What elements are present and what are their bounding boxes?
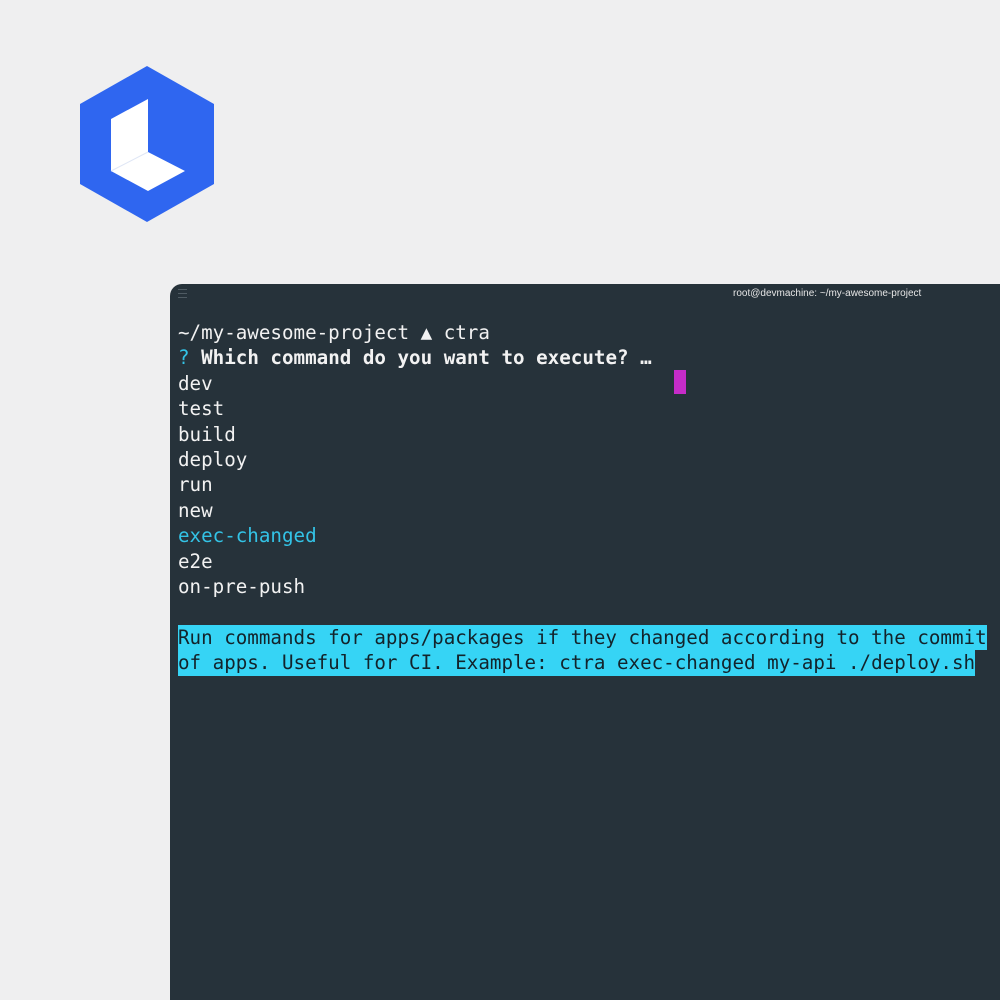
description-line: of apps. Useful for CI. Example: ctra ex… bbox=[178, 650, 976, 676]
terminal-titlebar: root@devmachine: ~/my-awesome-project bbox=[170, 284, 1000, 306]
command-option-test[interactable]: test bbox=[178, 396, 1000, 421]
command-option-exec-changed[interactable]: exec-changed bbox=[178, 523, 1000, 548]
command-option-e2e[interactable]: e2e bbox=[178, 549, 1000, 574]
command-option-on-pre-push[interactable]: on-pre-push bbox=[178, 574, 1000, 599]
question-text: Which command do you want to execute? … bbox=[201, 346, 652, 370]
command-description: Run commands for apps/packages if they c… bbox=[178, 624, 1000, 676]
terminal-screen: ~/my-awesome-project ▲ ctra ? Which comm… bbox=[178, 320, 1000, 676]
command-option-build[interactable]: build bbox=[178, 422, 1000, 447]
question-line: ? Which command do you want to execute? … bbox=[178, 345, 1000, 370]
question-mark: ? bbox=[178, 346, 190, 370]
prompt-line: ~/my-awesome-project ▲ ctra bbox=[178, 321, 490, 344]
brand-logo bbox=[78, 64, 216, 224]
command-option-new[interactable]: new bbox=[178, 498, 1000, 523]
command-option-dev[interactable]: dev bbox=[178, 371, 1000, 396]
command-option-deploy[interactable]: deploy bbox=[178, 447, 1000, 472]
terminal-window[interactable]: root@devmachine: ~/my-awesome-project ~/… bbox=[170, 284, 1000, 1000]
description-line: Run commands for apps/packages if they c… bbox=[178, 624, 987, 651]
hexagon-cube-logo-icon bbox=[80, 66, 214, 222]
menu-icon[interactable] bbox=[178, 289, 187, 298]
window-title: root@devmachine: ~/my-awesome-project bbox=[733, 288, 922, 299]
terminal-cursor bbox=[674, 370, 686, 394]
command-option-run[interactable]: run bbox=[178, 472, 1000, 497]
